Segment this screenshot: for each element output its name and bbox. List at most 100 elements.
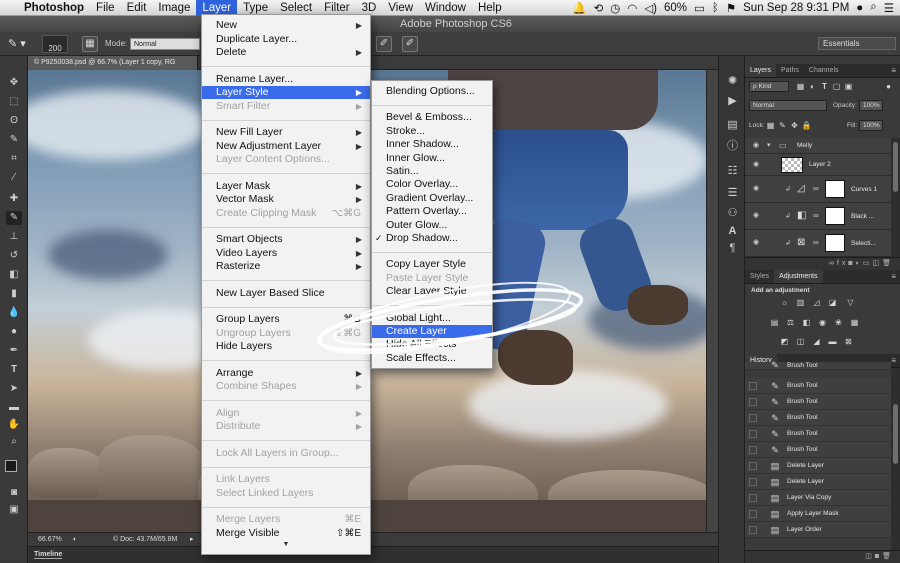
type-tool-icon[interactable]: T [6, 363, 22, 377]
history-item[interactable]: ✎ Brush Tool [745, 360, 891, 370]
menu-item-create-layer[interactable]: Create Layer [372, 325, 492, 338]
add-mask-icon[interactable]: ◙ [848, 260, 855, 267]
eraser-tool-icon[interactable]: ◧ [6, 268, 22, 282]
menu-item-hide-layers[interactable]: Hide Layers [202, 340, 370, 353]
menu-item-new[interactable]: New ▶ [202, 19, 370, 32]
shape-tool-icon[interactable]: ▬ [6, 401, 22, 415]
menu-item-color-overlay[interactable]: Color Overlay... [372, 178, 492, 191]
timeline-tab[interactable]: Timeline [34, 551, 63, 559]
battery-icon[interactable]: ▭ [694, 1, 705, 15]
layer-kind-filter[interactable]: ρ Kind [749, 81, 789, 92]
foreground-color-swatch[interactable] [5, 460, 17, 472]
dodge-tool-icon[interactable]: ● [6, 325, 22, 339]
layer-mask-thumbnail[interactable] [825, 234, 845, 252]
battery-percent[interactable]: 60% [664, 2, 687, 14]
visibility-eye-icon[interactable]: ◉ [751, 211, 761, 221]
visibility-eye-icon[interactable]: ◉ [751, 184, 761, 194]
menu-item-new-adjustment-layer[interactable]: New Adjustment Layer ▶ [202, 140, 370, 153]
history-source-checkbox[interactable] [749, 526, 757, 534]
menu-item-video-layers[interactable]: Video Layers ▶ [202, 247, 370, 260]
wifi-icon[interactable]: ◠ [627, 1, 637, 15]
character-panel-icon[interactable]: A [725, 224, 740, 239]
canvas-scrollbar[interactable] [706, 70, 718, 532]
mode-select[interactable]: Normal [130, 38, 200, 50]
menu-item-copy-layer-style[interactable]: Copy Layer Style [372, 258, 492, 271]
history-source-checkbox[interactable] [749, 446, 757, 454]
scroll-thumb[interactable] [893, 404, 898, 464]
color-lookup-icon[interactable]: ▦ [849, 317, 860, 328]
tab-styles[interactable]: Styles [745, 270, 774, 283]
history-source-checkbox[interactable] [749, 430, 757, 438]
layer-row[interactable]: ◉ ↲ ◧ ∞ Black ... [745, 203, 891, 230]
history-item[interactable]: ▤ Layer Order [745, 522, 891, 538]
airbrush-icon[interactable]: ✐ [376, 36, 392, 52]
trash-icon[interactable]: 🗑 [882, 553, 894, 560]
menu-view[interactable]: View [382, 0, 419, 16]
history-item[interactable]: ✎ Brush Tool [745, 442, 891, 458]
filter-adjustment-icon[interactable]: ◐ [807, 81, 818, 92]
apple-icon[interactable] [0, 0, 18, 16]
zoom-level[interactable]: 66.67% [38, 533, 62, 546]
menu-item-global-light[interactable]: Global Light... [372, 312, 492, 325]
lock-image-icon[interactable]: ✎ [777, 120, 788, 131]
paragraph-panel-icon[interactable]: ¶ [725, 241, 740, 256]
volume-icon[interactable]: ◁) [644, 1, 657, 15]
menu-item-vector-mask[interactable]: Vector Mask ▶ [202, 193, 370, 206]
menu-item-merge-visible[interactable]: Merge Visible ⇧⌘E [202, 527, 370, 540]
menu-item-drop-shadow[interactable]: ✓ Drop Shadow... [372, 232, 492, 245]
menu-image[interactable]: Image [152, 0, 196, 16]
clock[interactable]: Sun Sep 28 9:31 PM [743, 2, 849, 14]
blur-tool-icon[interactable]: 💧 [6, 306, 22, 320]
tab-paths[interactable]: Paths [776, 64, 804, 77]
menu-item-hide-all-effects[interactable]: Hide All Effects [372, 338, 492, 351]
history-source-checkbox[interactable] [749, 510, 757, 518]
channel-mixer-icon[interactable]: ❀ [833, 317, 844, 328]
panel-menu-icon[interactable]: ≡ [891, 354, 900, 367]
history-item[interactable]: ▤ Apply Layer Mask [745, 506, 891, 522]
history-source-checkbox[interactable] [749, 462, 757, 470]
new-document-from-state-icon[interactable]: ◫ [865, 553, 875, 560]
zoom-tool-icon[interactable]: ⌕ [6, 435, 22, 449]
menu-item-layer-mask[interactable]: Layer Mask ▶ [202, 180, 370, 193]
filter-type-icon[interactable]: T [819, 81, 830, 92]
time-machine-icon[interactable]: ◷ [610, 1, 620, 15]
menu-item-bevel-emboss[interactable]: Bevel & Emboss... [372, 111, 492, 124]
menu-item-rasterize[interactable]: Rasterize ▶ [202, 260, 370, 273]
brush-tool-icon[interactable]: ✎ ▾ [8, 36, 38, 52]
hue-saturation-icon[interactable]: ▤ [769, 317, 780, 328]
notification-icon[interactable]: 🔔 [572, 1, 586, 15]
color-panel-icon[interactable]: ✺ [725, 74, 740, 89]
menu-more-arrow-icon[interactable]: ▼ [202, 541, 370, 548]
exposure-icon[interactable]: ◪ [827, 297, 838, 308]
history-item[interactable]: ✎ Brush Tool [745, 394, 891, 410]
layers-scrollbar[interactable] [891, 138, 900, 257]
hand-tool-icon[interactable]: ✋ [6, 418, 22, 432]
layer-mask-thumbnail[interactable] [825, 207, 845, 225]
menu-edit[interactable]: Edit [121, 0, 153, 16]
history-item[interactable]: ✎ Brush Tool [745, 426, 891, 442]
trash-icon[interactable]: 🗑 [882, 260, 894, 267]
lock-all-icon[interactable]: 🔒 [801, 120, 812, 131]
bluetooth-icon[interactable]: ᛒ [712, 2, 719, 14]
history-source-checkbox[interactable] [749, 398, 757, 406]
layer-row[interactable]: ◉ Layer 2 [745, 154, 891, 176]
layer-row[interactable]: ◉ ↲ ⊠ ∞ Selecti... [745, 230, 891, 257]
eyedropper-tool-icon[interactable]: ⁄ [6, 171, 22, 185]
brightness-contrast-icon[interactable]: ☼ [779, 297, 790, 308]
menu-file[interactable]: File [90, 0, 121, 16]
menu-item-scale-effects[interactable]: Scale Effects... [372, 352, 492, 365]
quick-mask-icon[interactable]: ◙ [6, 486, 22, 500]
layer-row-group[interactable]: ◉ ▾ ▭ Melly [745, 138, 891, 154]
history-item[interactable]: ▤ Delete Layer [745, 458, 891, 474]
brush-tool-icon[interactable]: ✎ [6, 211, 22, 225]
spotlight-icon[interactable]: ⌕ [870, 1, 876, 14]
menu-item-new-layer-based-slice[interactable]: New Layer Based Slice [202, 287, 370, 300]
color-balance-icon[interactable]: ⚖ [785, 317, 796, 328]
fill-input[interactable]: 100% [859, 120, 883, 131]
sync-icon[interactable]: ⟲ [594, 1, 604, 15]
menu-item-delete[interactable]: Delete ▶ [202, 46, 370, 59]
opacity-input[interactable]: 100% [859, 100, 883, 111]
menu-item-blending-options[interactable]: Blending Options... [372, 85, 492, 98]
brush-panel-icon[interactable]: ☰ [725, 186, 740, 201]
menu-item-smart-objects[interactable]: Smart Objects ▶ [202, 233, 370, 246]
